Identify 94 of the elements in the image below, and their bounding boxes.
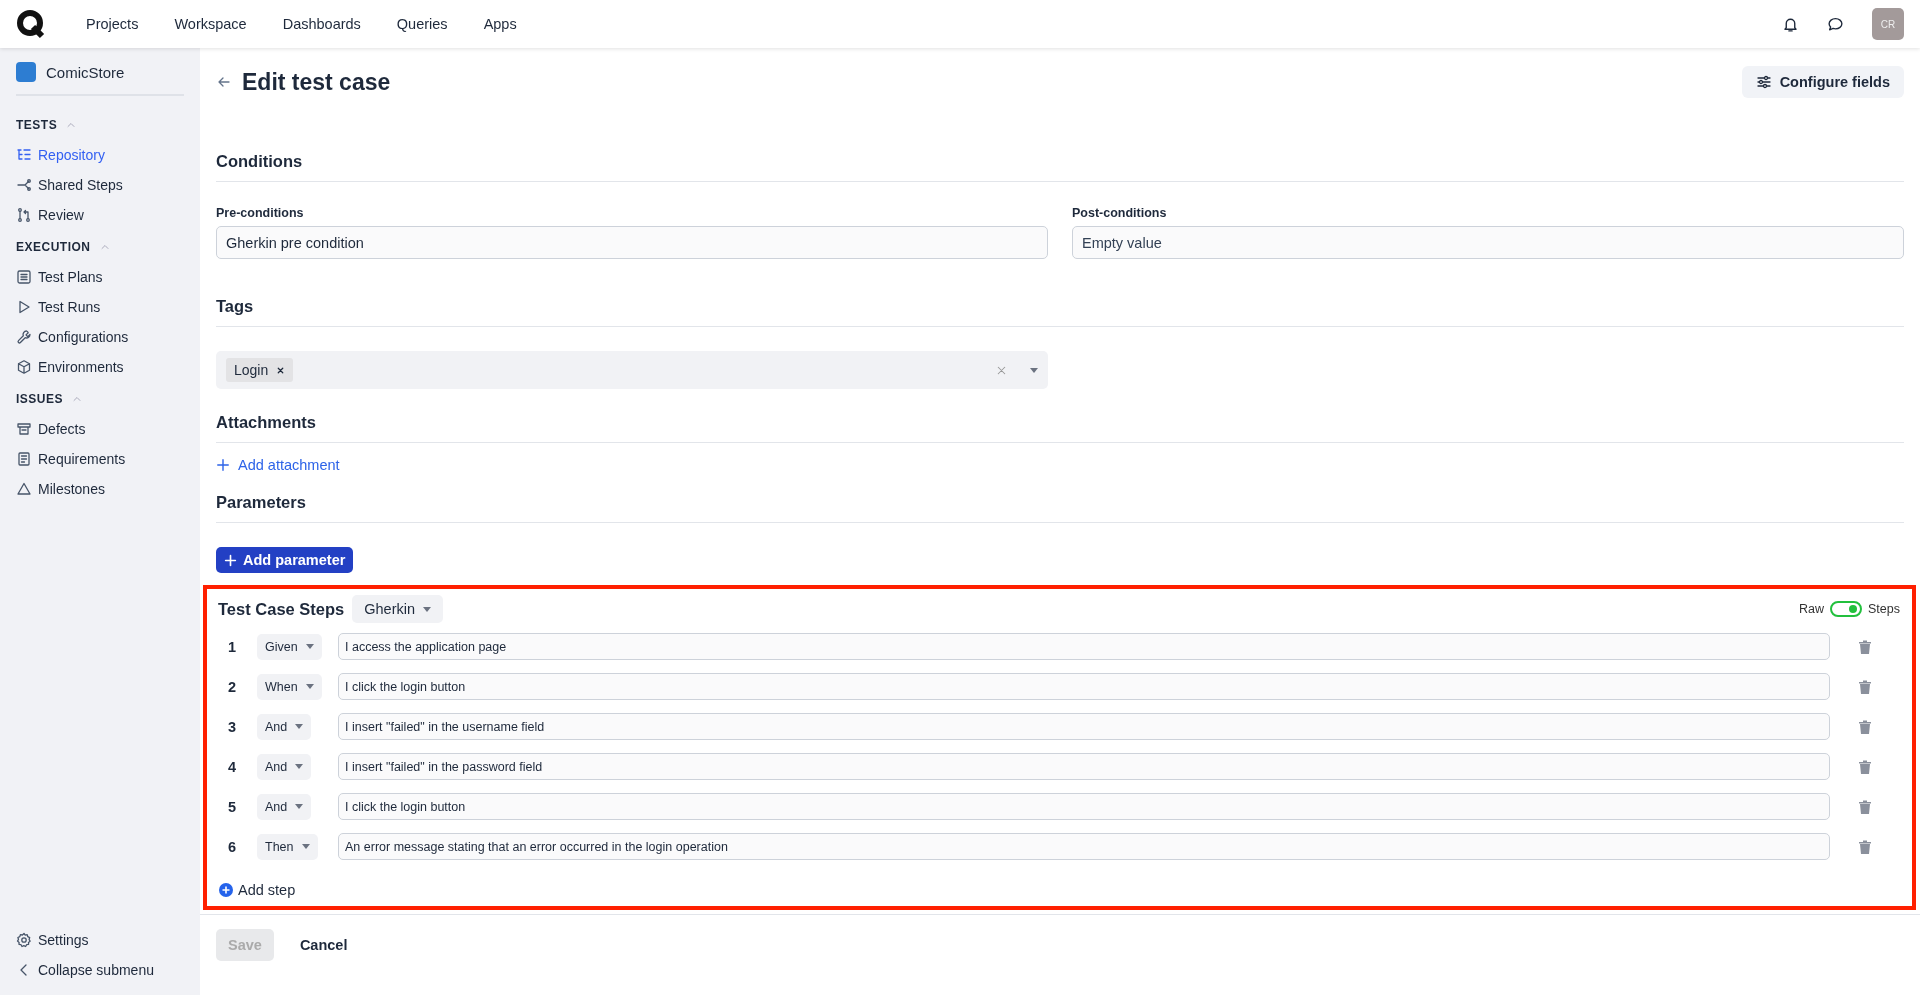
keyword-dropdown[interactable]: And: [257, 753, 312, 780]
tree-list-icon: [16, 147, 32, 163]
caret-icon: [423, 606, 432, 612]
plus-icon: [224, 553, 237, 567]
wrench-icon: [16, 329, 32, 345]
page-title: Edit test case: [242, 68, 392, 96]
plus-icon: [216, 458, 230, 472]
sidebar-item[interactable]: Defects: [16, 414, 184, 444]
step-number: 5: [227, 798, 238, 815]
format-dropdown[interactable]: Gherkin: [352, 595, 444, 623]
section-heading: Attachments: [216, 413, 1904, 443]
tag-chip: Login: [226, 358, 294, 382]
keyword-dropdown[interactable]: Then: [257, 833, 318, 860]
step-number: 1: [227, 638, 238, 655]
input-field[interactable]: Empty value: [1072, 226, 1904, 259]
list-icon: [16, 269, 32, 285]
step-number: 4: [227, 758, 238, 775]
add-parameter-button[interactable]: Add parameter: [216, 547, 354, 573]
field-label: Pre-conditions: [216, 206, 305, 220]
project-name[interactable]: ComicStore: [46, 63, 125, 81]
trash-icon[interactable]: [1859, 719, 1871, 734]
keyword-dropdown[interactable]: And: [257, 793, 312, 820]
trash-icon[interactable]: [1859, 839, 1871, 854]
bell-icon: [1782, 15, 1799, 33]
caret-icon: [295, 764, 304, 769]
sidebar-item[interactable]: Test Plans: [16, 262, 184, 292]
keyword-dropdown[interactable]: When: [257, 673, 322, 700]
sidebar-item[interactable]: Test Runs: [16, 292, 184, 322]
nav-link[interactable]: Projects: [86, 16, 139, 32]
trash-icon[interactable]: [1859, 799, 1871, 814]
trash-icon[interactable]: [1859, 639, 1871, 654]
section-heading: Conditions: [216, 152, 1904, 182]
pull-request-icon: [16, 207, 32, 223]
chat-icon: [1827, 15, 1844, 33]
nav-link[interactable]: Queries: [396, 16, 448, 32]
view-toggle[interactable]: [1830, 601, 1863, 617]
step-number: 2: [227, 678, 238, 695]
sidebar-item[interactable]: Repository: [16, 140, 184, 170]
sidebar-item[interactable]: Environments: [16, 352, 184, 382]
caret-icon: [305, 644, 314, 649]
sidebar-item[interactable]: Collapse submenu: [16, 955, 184, 985]
step-input[interactable]: I click the login button: [338, 673, 1830, 700]
trash-icon[interactable]: [1859, 759, 1871, 774]
section-heading: EXECUTION: [16, 240, 91, 254]
step-input[interactable]: I access the application page: [338, 633, 1830, 660]
nav-link[interactable]: Dashboards: [282, 16, 361, 32]
step-number: 3: [227, 718, 238, 735]
triangle-icon: [16, 481, 32, 497]
section-heading: Test Case Steps: [218, 599, 345, 619]
plus-circle-icon: [218, 882, 234, 898]
caret-icon: [1030, 367, 1038, 373]
inbox-stack-icon: [16, 421, 32, 437]
document-icon: [16, 451, 32, 467]
cube-icon: [16, 359, 32, 375]
caret-icon: [305, 684, 314, 689]
step-input[interactable]: An error message stating that an error occurred in the login operation: [338, 833, 1830, 860]
nav-link[interactable]: Apps: [483, 16, 517, 32]
step-input[interactable]: I insert "failed" in the password field: [338, 753, 1830, 780]
sidebar-item[interactable]: Requirements: [16, 444, 184, 474]
cancel-button[interactable]: Cancel: [287, 937, 360, 953]
caret-icon: [301, 844, 310, 849]
keyword-dropdown[interactable]: Given: [257, 633, 322, 660]
sidebar-item[interactable]: Settings: [16, 925, 184, 955]
section-heading: Parameters: [216, 493, 1904, 523]
sidebar-item[interactable]: Configurations: [16, 322, 184, 352]
toggle-label: Raw: [1799, 602, 1825, 616]
toggle-label: Steps: [1868, 602, 1900, 616]
step-input[interactable]: I insert "failed" in the username field: [338, 713, 1830, 740]
section-heading: TESTS: [16, 118, 58, 132]
sidebar-item[interactable]: Review: [16, 200, 184, 230]
tag-select-field[interactable]: Login: [216, 351, 1048, 389]
section-heading: Tags: [216, 297, 1904, 327]
input-field[interactable]: Gherkin pre condition: [216, 226, 1048, 259]
field-label: Post-conditions: [1072, 206, 1168, 220]
trash-icon[interactable]: [1859, 679, 1871, 694]
configure-fields-button[interactable]: Configure fields: [1741, 66, 1904, 98]
add-attachment-link[interactable]: Add attachment: [216, 457, 340, 473]
sidebar-item[interactable]: Shared Steps: [16, 170, 184, 200]
nav-link[interactable]: Workspace: [174, 16, 247, 32]
step-input[interactable]: I click the login button: [338, 793, 1830, 820]
remove-icon: [276, 365, 286, 375]
add-step-button[interactable]: Add step: [218, 882, 296, 898]
logo-icon[interactable]: [16, 9, 46, 39]
project-icon: [16, 62, 36, 82]
keyword-dropdown[interactable]: And: [257, 713, 312, 740]
share-icon: [16, 177, 32, 193]
sidebar-item[interactable]: Milestones: [16, 474, 184, 504]
play-icon: [16, 299, 32, 315]
section-heading: ISSUES: [16, 392, 63, 406]
caret-icon: [295, 724, 304, 729]
caret-icon: [295, 804, 304, 809]
step-number: 6: [227, 838, 238, 855]
settings-icon: [16, 932, 32, 948]
sliders-icon: [1755, 74, 1772, 90]
